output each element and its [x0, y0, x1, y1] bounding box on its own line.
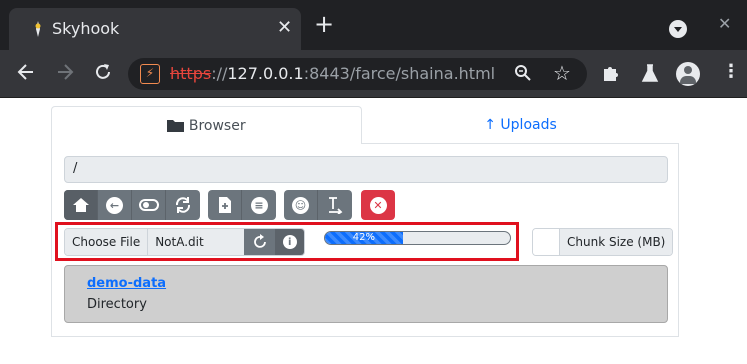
home-button[interactable] — [64, 190, 98, 220]
reload-icon[interactable] — [93, 60, 113, 84]
tab-uploads-label: ↑ Uploads — [484, 117, 557, 133]
page-tabs: Browser ↑ Uploads — [51, 106, 679, 144]
selected-file-name: NotA.dit — [148, 229, 245, 255]
refresh-button[interactable] — [166, 190, 200, 220]
rename-button[interactable] — [318, 190, 352, 220]
file-button-group: ≡ — [208, 190, 276, 220]
file-plus-icon — [218, 197, 231, 213]
progress-label: 42% — [352, 232, 375, 243]
forward-icon[interactable] — [55, 60, 75, 84]
browser-menu-icon[interactable]: ⋮ — [722, 61, 740, 82]
skyhook-favicon-icon — [35, 21, 41, 37]
profile-avatar-icon[interactable] — [676, 62, 700, 86]
tab-browser[interactable]: Browser — [51, 106, 362, 144]
url-text[interactable]: https://127.0.0.1:8443/farce/shaina.html — [170, 64, 495, 83]
text-cursor-icon — [329, 197, 343, 214]
new-tab-button[interactable]: + — [314, 12, 334, 36]
info-icon: i — [282, 235, 297, 249]
toggle-button[interactable] — [132, 190, 166, 220]
extensions-icon[interactable] — [601, 63, 621, 83]
back-button[interactable]: ← — [98, 190, 132, 220]
toggle-icon — [138, 199, 159, 211]
filter-button[interactable]: ≡ — [242, 190, 276, 220]
navigation-button-group: ← — [64, 190, 200, 220]
item-type: Directory — [87, 297, 147, 312]
browser-tab[interactable]: Skyhook ✕ — [9, 8, 301, 50]
upload-progress-bar: 42% — [324, 231, 511, 245]
window-close-icon[interactable]: ✕ — [718, 14, 731, 33]
arrow-left-icon: ← — [106, 196, 123, 214]
upload-retry-button[interactable] — [244, 229, 276, 255]
chunk-size-group: Chunk Size (MB) — [532, 228, 674, 256]
address-bar[interactable]: ⚡ https://127.0.0.1:8443/farce/shaina.ht… — [128, 58, 587, 90]
smiley-icon: ☺ — [292, 196, 309, 214]
chunk-size-label: Chunk Size (MB) — [560, 229, 673, 255]
directory-link[interactable]: demo-data — [87, 276, 166, 291]
tab-search-icon[interactable] — [669, 20, 687, 38]
new-file-button[interactable] — [208, 190, 242, 220]
file-chooser-group: Choose File NotA.dit i — [64, 228, 306, 256]
tab-uploads[interactable]: ↑ Uploads — [362, 106, 679, 144]
bookmark-star-icon[interactable]: ☆ — [553, 61, 571, 85]
folder-icon — [167, 120, 185, 132]
labs-flask-icon[interactable] — [641, 63, 659, 83]
tools-button-group: ☺ — [284, 190, 352, 220]
zoom-icon[interactable] — [514, 63, 532, 83]
rotate-icon — [253, 234, 266, 248]
home-icon — [72, 198, 89, 212]
back-icon[interactable] — [16, 60, 36, 84]
path-input[interactable]: / — [64, 156, 668, 183]
tab-browser-label: Browser — [188, 118, 246, 134]
choose-file-button[interactable]: Choose File — [65, 229, 149, 255]
tab-title: Skyhook — [52, 19, 120, 38]
tab-close-icon[interactable]: ✕ — [277, 17, 292, 38]
delete-button[interactable]: ✕ — [361, 190, 395, 220]
browser-toolbar: ⚡ https://127.0.0.1:8443/farce/shaina.ht… — [0, 50, 747, 98]
chunk-size-input[interactable] — [533, 229, 560, 255]
filter-icon: ≡ — [250, 196, 268, 214]
list-item: demo-data Directory — [64, 265, 668, 323]
upload-info-button[interactable]: i — [275, 229, 305, 255]
smiley-button[interactable]: ☺ — [284, 190, 318, 220]
close-circle-icon: ✕ — [369, 196, 387, 214]
not-secure-icon[interactable]: ⚡ — [140, 64, 160, 84]
sync-icon — [175, 197, 191, 213]
browser-tabstrip: Skyhook ✕ + ✕ — [0, 0, 747, 50]
